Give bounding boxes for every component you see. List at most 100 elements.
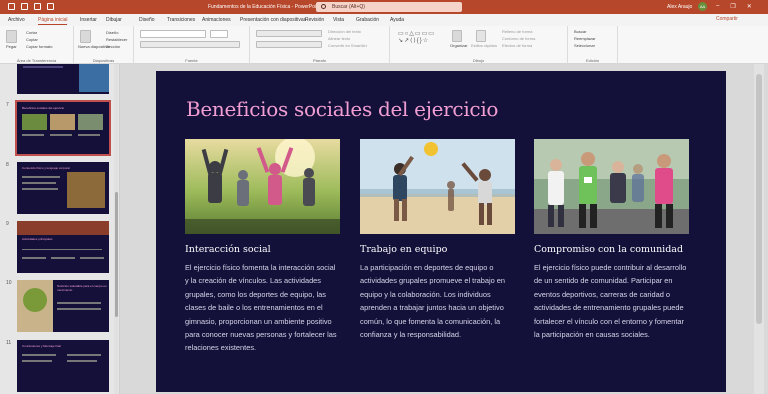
tab-vista[interactable]: Vista <box>333 17 344 23</box>
share-button[interactable]: Compartir <box>716 16 738 22</box>
minimize-button[interactable]: – <box>716 3 719 10</box>
paste-icon[interactable] <box>6 30 17 43</box>
format-painter-button[interactable]: Copiar formato <box>26 44 52 49</box>
slide-number: 8 <box>6 162 9 168</box>
search-icon <box>321 4 326 9</box>
thumbnail-title: Nutrición saludable para el cuerpo en mo… <box>57 284 107 292</box>
tab-presentacion[interactable]: Presentación con diapositivas <box>240 17 306 23</box>
slide-title[interactable]: Beneficios sociales del ejercicio <box>186 97 498 121</box>
font-name-dropdown[interactable] <box>140 30 206 38</box>
ribbon-tabs: Archivo Página inicial Insertar Dibujar … <box>0 14 768 26</box>
tab-archivo[interactable]: Archivo <box>8 17 25 23</box>
group-drawing: ▭○△▭▭▭ ↘↗⟨⟩{}☆ Organizar Estilos rápidos … <box>390 26 568 64</box>
photo-volleyball[interactable] <box>360 139 515 234</box>
slide-number: 9 <box>6 221 9 227</box>
tab-insertar[interactable]: Insertar <box>80 17 97 23</box>
slide-thumbnail-7[interactable]: Beneficios sociales del ejercicio <box>15 100 111 156</box>
group-label: Edición <box>585 58 600 63</box>
column-teamwork: Trabajo en equipo La participación en de… <box>360 139 515 341</box>
tab-animaciones[interactable]: Animaciones <box>202 17 231 23</box>
slide-scrollbar[interactable] <box>754 64 764 394</box>
present-icon[interactable] <box>47 3 54 10</box>
search-box[interactable]: Buscar (Alt+Q) <box>316 2 462 12</box>
list-buttons[interactable] <box>256 30 322 37</box>
replace-button[interactable]: Reemplazar <box>574 36 596 41</box>
maximize-button[interactable]: ❐ <box>730 3 735 10</box>
group-font: Fuente <box>134 26 250 64</box>
slide-thumbnail-9[interactable]: Actividades principales <box>17 221 109 273</box>
new-slide-label: Nueva diapositiva <box>78 44 110 49</box>
shape-effects-button[interactable]: Efectos de forma <box>502 43 532 48</box>
group-paragraph: Dirección del texto Alinear texto Conver… <box>250 26 390 64</box>
tab-diseno[interactable]: Diseño <box>139 17 155 23</box>
redo-icon[interactable] <box>34 3 41 10</box>
copy-button[interactable]: Copiar <box>26 37 38 42</box>
shape-outline-button[interactable]: Contorno de forma <box>502 36 535 41</box>
new-slide-icon[interactable] <box>80 30 91 43</box>
group-clipboard: Pegar Cortar Copiar Copiar formato Área … <box>0 26 74 64</box>
group-label: Párrafo <box>312 58 327 63</box>
column-body[interactable]: El ejercicio físico fomenta la interacci… <box>185 261 340 355</box>
slide-thumbnail-11[interactable]: Conclusiones y Mensaje final <box>17 340 109 392</box>
thumbnail-title: Conclusiones y Mensaje final <box>22 344 61 348</box>
undo-icon[interactable] <box>21 3 28 10</box>
column-body[interactable]: El ejercicio físico puede contribuir al … <box>534 261 689 341</box>
group-editing: Buscar Reemplazar Seleccionar Edición <box>568 26 618 64</box>
shapes-gallery[interactable]: ▭○△▭▭▭ ↘↗⟨⟩{}☆ <box>398 31 450 47</box>
quick-styles-icon[interactable] <box>476 30 486 42</box>
column-social-interaction: Interacción social El ejercicio físico f… <box>185 139 340 355</box>
paste-label: Pegar <box>6 44 17 49</box>
user-name[interactable]: Alex Araujo <box>667 4 692 10</box>
layout-button[interactable]: Diseño <box>106 30 118 35</box>
column-heading[interactable]: Compromiso con la comunidad <box>534 244 689 255</box>
slide-thumbnail-10[interactable]: Nutrición saludable para el cuerpo en mo… <box>17 280 109 332</box>
slide-thumbnail-6[interactable] <box>17 64 109 94</box>
slide-thumbnail-8[interactable]: Contenido físico y lenguaje corporal <box>17 162 109 214</box>
window-controls: – ❐ ✕ <box>716 3 752 10</box>
photo-group-exercise[interactable] <box>185 139 340 234</box>
slide[interactable]: Beneficios sociales del ejercicio Intera… <box>156 71 726 392</box>
avatar[interactable]: AA <box>698 2 707 11</box>
tab-transiciones[interactable]: Transiciones <box>167 17 195 23</box>
alignment-buttons[interactable] <box>256 41 322 48</box>
photo-charity-run[interactable] <box>534 139 689 234</box>
document-title: Fundamentos de la Educación Física - Pow… <box>208 4 321 10</box>
title-bar: Fundamentos de la Educación Física - Pow… <box>0 0 768 14</box>
thumbnail-title: Actividades principales <box>22 237 53 241</box>
quick-styles-label: Estilos rápidos <box>471 43 498 48</box>
align-text-button[interactable]: Alinear texto <box>328 36 350 41</box>
thumbnail-title: Beneficios sociales del ejercicio <box>22 106 65 110</box>
section-button[interactable]: Sección <box>106 44 120 49</box>
tab-pagina-inicial[interactable]: Página inicial <box>38 17 68 25</box>
arrange-icon[interactable] <box>452 30 462 42</box>
smartart-button[interactable]: Convertir en SmartArt <box>328 43 367 48</box>
save-icon[interactable] <box>8 3 15 10</box>
slide-thumbnail-panel[interactable]: 7 Beneficios sociales del ejercicio 8 Co… <box>0 64 120 394</box>
slide-number: 11 <box>6 340 12 346</box>
tab-grabacion[interactable]: Grabación <box>356 17 379 23</box>
find-button[interactable]: Buscar <box>574 29 586 34</box>
slide-number: 10 <box>6 280 12 286</box>
group-slides: Nueva diapositiva Diseño Restablecer Sec… <box>74 26 134 64</box>
group-label: Diapositivas <box>92 58 115 63</box>
font-format-buttons[interactable] <box>140 41 240 48</box>
slide-number: 7 <box>6 102 9 108</box>
ribbon: Pegar Cortar Copiar Copiar formato Área … <box>0 26 768 64</box>
column-heading[interactable]: Interacción social <box>185 244 340 255</box>
shape-fill-button[interactable]: Relleno de forma <box>502 29 532 34</box>
tab-ayuda[interactable]: Ayuda <box>390 17 404 23</box>
slide-scrollbar-thumb[interactable] <box>756 74 762 324</box>
cut-button[interactable]: Cortar <box>26 30 37 35</box>
text-direction-button[interactable]: Dirección del texto <box>328 29 361 34</box>
close-button[interactable]: ✕ <box>747 3 752 10</box>
thumbnail-scrollbar-thumb[interactable] <box>115 192 118 317</box>
reset-button[interactable]: Restablecer <box>106 37 127 42</box>
column-body[interactable]: La participación en deportes de equipo o… <box>360 261 515 341</box>
select-button[interactable]: Seleccionar <box>574 43 595 48</box>
column-community: Compromiso con la comunidad El ejercicio… <box>534 139 689 341</box>
font-size-dropdown[interactable] <box>210 30 228 38</box>
tab-revision[interactable]: Revisión <box>305 17 324 23</box>
group-label: Dibujo <box>472 58 485 63</box>
tab-dibujar[interactable]: Dibujar <box>106 17 122 23</box>
column-heading[interactable]: Trabajo en equipo <box>360 244 515 255</box>
